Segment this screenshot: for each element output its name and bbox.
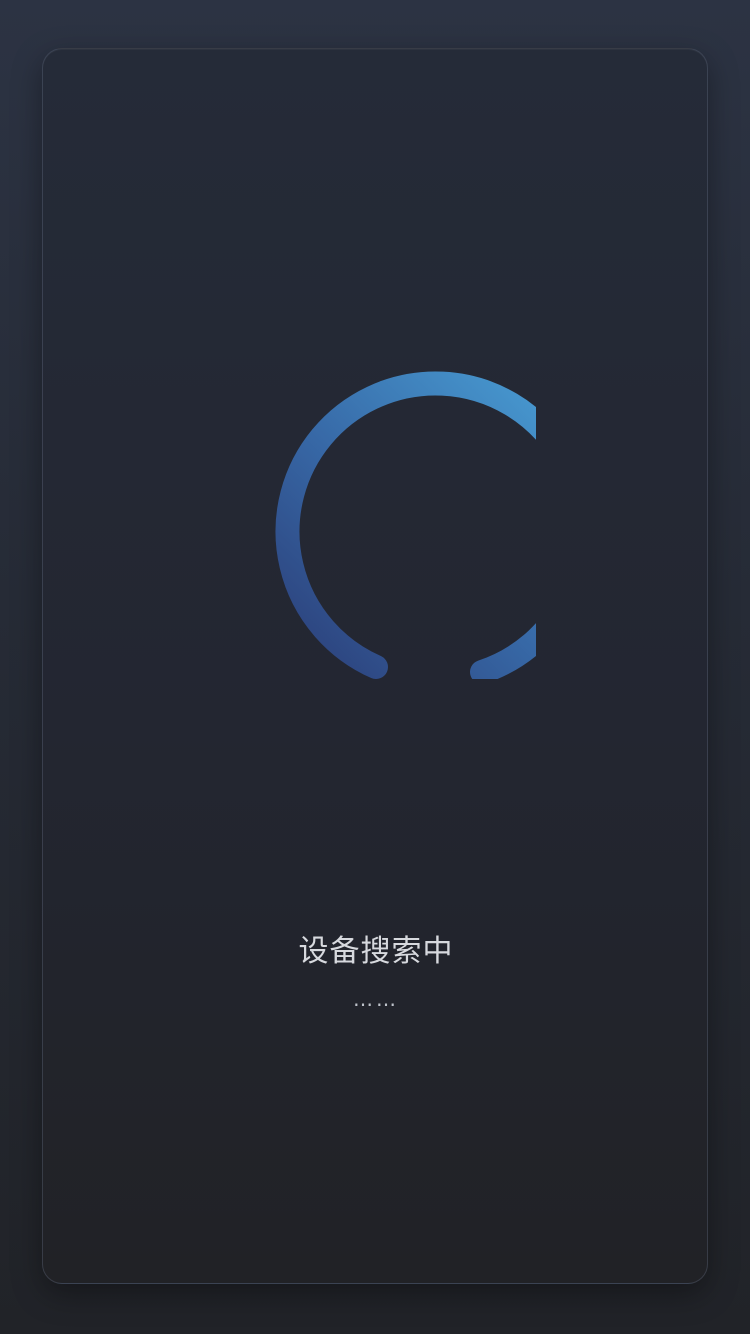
loading-spinner-icon [216, 359, 536, 679]
search-card: 设备搜索中 …… [42, 48, 708, 1284]
device-search-status: 设备搜索中 [298, 934, 454, 969]
status-ellipsis: …… [353, 987, 399, 1011]
